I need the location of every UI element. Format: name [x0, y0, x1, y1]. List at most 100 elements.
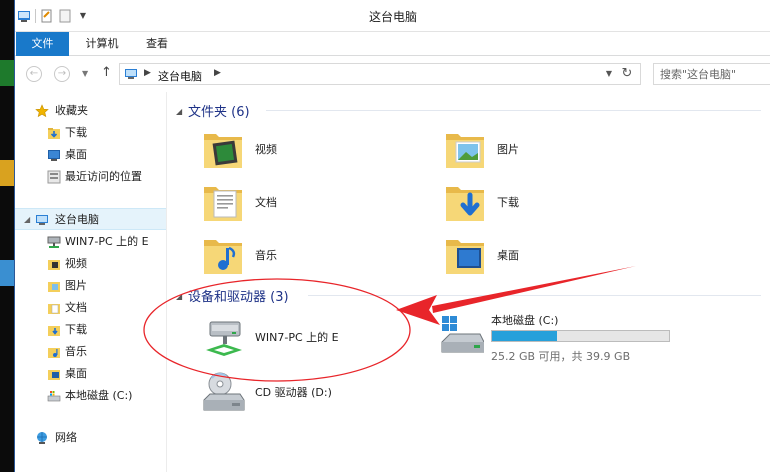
download-folder-icon [48, 326, 60, 336]
up-button[interactable]: ↑ [101, 65, 112, 80]
nav-local-disk[interactable]: 本地磁盘 (C:) [15, 385, 166, 407]
cd-drive-icon [203, 372, 245, 411]
nav-network-label: 网络 [55, 431, 77, 444]
local-disk-space: 25.2 GB 可用，共 39.9 GB [491, 350, 631, 363]
folder-label: 音乐 [255, 249, 277, 262]
star-icon [35, 104, 49, 118]
local-disk-icon [47, 391, 61, 402]
nav-favorites-label: 收藏夹 [55, 104, 88, 117]
nav-item-label: 下载 [65, 323, 87, 336]
desktop-icon [48, 150, 60, 161]
folder-pictures[interactable]: 图片 [444, 126, 664, 174]
videos-folder-icon [204, 134, 242, 168]
nav-favorites[interactable]: 收藏夹 [15, 100, 166, 122]
nav-item-label: 文档 [65, 301, 87, 314]
folder-desktop[interactable]: 桌面 [444, 232, 664, 280]
folders-header-label: 文件夹 (6) [188, 105, 250, 120]
nav-item-label: 下载 [65, 126, 87, 139]
window-title: 这台电脑 [368, 10, 417, 24]
computer-icon [36, 215, 48, 225]
nav-network[interactable]: 网络 [15, 427, 166, 449]
forward-arrow-icon: → [57, 68, 67, 79]
nav-downloads[interactable]: 下载 [15, 319, 166, 341]
address-bar[interactable]: ▶ 这台电脑 ▶ ▼ ↻ [119, 63, 641, 85]
computer-icon [125, 69, 137, 79]
refresh-icon[interactable]: ↻ [618, 66, 636, 82]
local-disk-icon [441, 316, 484, 353]
forward-button[interactable]: → [54, 66, 70, 82]
nav-favorites-recent[interactable]: 最近访问的位置 [15, 166, 166, 188]
tab-view[interactable]: 查看 [137, 32, 177, 56]
music-folder-icon [204, 240, 242, 274]
devices-group-header[interactable]: ◢ 设备和驱动器 (3) [176, 286, 761, 305]
recent-locations-dropdown-icon[interactable]: ▼ [82, 69, 88, 78]
local-disk-usage-fill [492, 331, 558, 341]
breadcrumb-this-pc[interactable]: 这台电脑 [158, 68, 202, 84]
group-divider [308, 295, 761, 296]
back-arrow-icon: ← [29, 68, 39, 79]
nav-item-label: 视频 [65, 257, 87, 270]
nav-item-label: 桌面 [65, 367, 87, 380]
desktop-shortcut-icon [0, 260, 14, 286]
network-drive-item[interactable]: WIN7-PC 上的 E [202, 314, 422, 362]
breadcrumb-separator-icon[interactable]: ▶ [214, 68, 221, 78]
local-disk-usage-bar [491, 330, 670, 342]
desktop-folder-icon [48, 370, 60, 380]
content-pane: ◢ 文件夹 (6) 视频 图片 文档 下载 音乐 桌面 ◢ 设备和驱动器 (3)… [168, 92, 770, 472]
devices-header-label: 设备和驱动器 (3) [188, 290, 289, 305]
nav-item-label: 本地磁盘 (C:) [65, 389, 133, 402]
drive-label: WIN7-PC 上的 E [255, 331, 339, 344]
back-button[interactable]: ← [26, 66, 42, 82]
navigation-pane: 收藏夹 下载 桌面 最近访问的位置 ◢ 这台电脑 WIN7-PC 上的 E 视频… [15, 92, 167, 472]
tab-file[interactable]: 文件 [16, 32, 69, 56]
documents-folder-icon [48, 304, 60, 314]
music-folder-icon [48, 348, 60, 358]
desktop-shortcut-icon [0, 60, 14, 86]
cd-drive-item[interactable]: CD 驱动器 (D:) [202, 370, 422, 418]
nav-favorites-desktop[interactable]: 桌面 [15, 144, 166, 166]
ribbon-tabs: 文件 计算机 查看 [15, 32, 770, 56]
desktop-edge [0, 0, 14, 472]
nav-item-label: 音乐 [65, 345, 87, 358]
drive-label: CD 驱动器 (D:) [255, 386, 332, 399]
desktop-folder-icon [446, 240, 484, 274]
nav-favorites-downloads[interactable]: 下载 [15, 122, 166, 144]
search-input[interactable] [654, 64, 766, 84]
downloads-folder-icon [446, 187, 484, 221]
download-folder-icon [48, 128, 60, 139]
network-icon [37, 432, 47, 444]
local-disk-label: 本地磁盘 (C:) [491, 314, 559, 327]
videos-folder-icon [48, 260, 60, 270]
title-bar: ▼ 这台电脑 [15, 0, 770, 32]
pictures-folder-icon [446, 134, 484, 168]
nav-documents[interactable]: 文档 [15, 297, 166, 319]
nav-item-label: 桌面 [65, 148, 87, 161]
folder-music[interactable]: 音乐 [202, 232, 422, 280]
folder-videos[interactable]: 视频 [202, 126, 422, 174]
search-box[interactable] [653, 63, 770, 85]
collapse-arrow-icon[interactable]: ◢ [176, 292, 188, 301]
network-drive-icon [206, 321, 242, 356]
nav-pictures[interactable]: 图片 [15, 275, 166, 297]
nav-this-pc[interactable]: ◢ 这台电脑 [15, 208, 166, 230]
desktop-shortcut-icon [0, 160, 14, 186]
folder-downloads[interactable]: 下载 [444, 179, 664, 227]
pictures-folder-icon [48, 282, 60, 292]
nav-videos[interactable]: 视频 [15, 253, 166, 275]
breadcrumb-separator-icon[interactable]: ▶ [144, 68, 151, 78]
folder-documents[interactable]: 文档 [202, 179, 422, 227]
folders-group-header[interactable]: ◢ 文件夹 (6) [176, 101, 761, 120]
folder-label: 桌面 [497, 249, 519, 262]
collapse-arrow-icon[interactable]: ◢ [24, 209, 30, 231]
nav-desktop[interactable]: 桌面 [15, 363, 166, 385]
folder-label: 文档 [255, 196, 277, 209]
nav-music[interactable]: 音乐 [15, 341, 166, 363]
recent-places-icon [47, 170, 61, 184]
nav-item-label: WIN7-PC 上的 E [65, 235, 149, 248]
nav-network-drive[interactable]: WIN7-PC 上的 E [15, 231, 166, 253]
address-history-dropdown-icon[interactable]: ▼ [606, 69, 612, 78]
folder-label: 图片 [497, 143, 519, 156]
folder-label: 视频 [255, 143, 277, 156]
tab-computer[interactable]: 计算机 [77, 32, 127, 56]
collapse-arrow-icon[interactable]: ◢ [176, 107, 188, 116]
